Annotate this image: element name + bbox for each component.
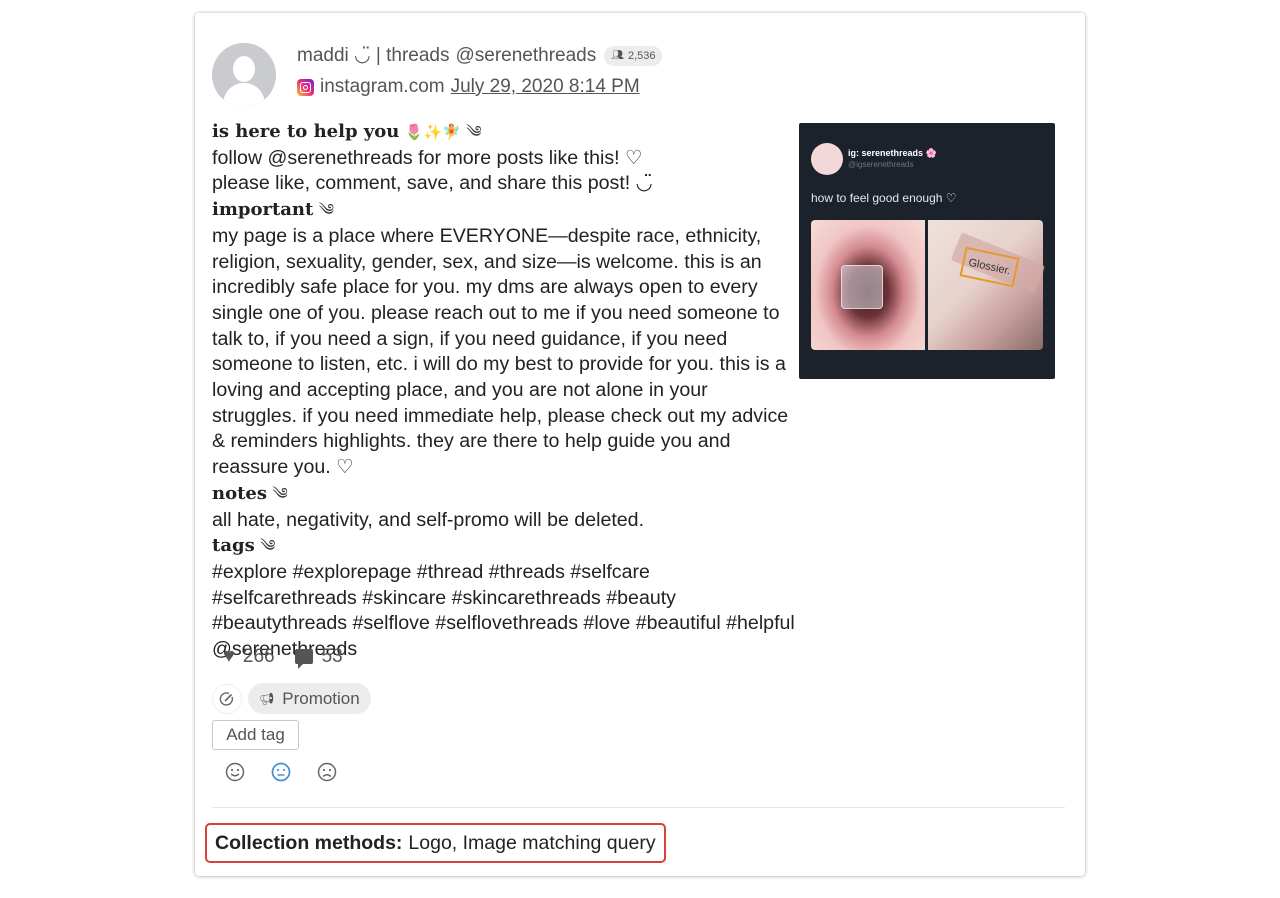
author-handle[interactable]: @serenethreads (455, 45, 596, 67)
post-image-thumbnail[interactable]: ig: serenethreads 🌸 @igserenethreads how… (799, 123, 1055, 379)
swirl-icon: ༄ (272, 485, 288, 503)
glossier-product-photo: Glossier. (928, 220, 1046, 350)
swirl-icon: ༄ (318, 202, 335, 220)
add-tag-button[interactable]: Add tag (212, 720, 299, 750)
important-paragraph: my page is a place where EVERYONE—despit… (212, 224, 789, 479)
follow-line: follow @serenethreads for more posts lik… (212, 146, 643, 169)
tags-paragraph: #explore #explorepage #thread #threads #… (212, 560, 795, 635)
collection-methods-label: Collection methods: (215, 831, 403, 854)
source-domain: instagram.com (320, 76, 445, 97)
followers-count: 2,536 (627, 49, 656, 62)
tag-row: 📢︎ Promotion (212, 683, 371, 714)
author-avatar[interactable] (212, 43, 276, 107)
collection-methods: Collection methods: Logo, Image matching… (205, 823, 666, 863)
followers-badge: 👥︎ 2,536 (604, 45, 663, 66)
ice-cube-shape (841, 265, 883, 309)
notes-paragraph: all hate, negativity, and self-promo wil… (212, 508, 645, 531)
divider (212, 807, 1065, 808)
heart-icon: ♥ (223, 645, 235, 667)
collection-methods-value: Logo, Image matching query (408, 831, 656, 854)
default-user-avatar-icon (212, 43, 276, 107)
pencil-circle-icon (219, 691, 234, 706)
neutral-face-icon[interactable] (271, 762, 291, 782)
comments-count: 53 (321, 645, 343, 667)
tag-chip-label: Promotion (282, 688, 360, 708)
thumbnail-handle: @igserenethreads (848, 160, 914, 169)
sentiment-selector (225, 762, 363, 782)
heading-help: is here to help you 🌷✨🧚 ༄ (212, 121, 482, 142)
tag-chip-promotion[interactable]: 📢︎ Promotion (248, 683, 371, 714)
post-date-link[interactable]: July 29, 2020 8:14 PM (451, 76, 640, 98)
instagram-icon (297, 78, 314, 96)
smile-face-icon[interactable] (225, 762, 245, 782)
heading-tags: tags ༄ (212, 535, 276, 557)
swirl-icon: ༄ (260, 538, 276, 556)
author-name[interactable]: maddi ◡̈ | threads (297, 44, 449, 67)
frown-face-icon[interactable] (317, 762, 337, 782)
source-line: instagram.com July 29, 2020 8:14 PM (297, 76, 640, 98)
post-card: maddi ◡̈ | threads @serenethreads 👥︎ 2,5… (195, 13, 1085, 876)
flower-sparkle-fairy-emoji: 🌷✨🧚 (404, 124, 461, 141)
post-body: is here to help you 🌷✨🧚 ༄ follow @serene… (212, 119, 797, 663)
thumbnail-caption: how to feel good enough ♡ (811, 191, 957, 205)
people-icon: 👥︎ (611, 50, 624, 61)
comment-icon (294, 649, 313, 669)
lips-ice-photo (811, 220, 925, 350)
edit-tag-icon[interactable] (212, 683, 242, 714)
thumbnail-avatar (811, 143, 843, 175)
heading-important: important ༄ (212, 199, 335, 221)
likes-count: 266 (242, 645, 275, 667)
author-line: maddi ◡̈ | threads @serenethreads 👥︎ 2,5… (297, 44, 663, 67)
swirl-icon: ༄ (466, 124, 482, 141)
engagement-stats: ♥ 266 53 (223, 645, 343, 669)
megaphone-icon: 📢︎ (259, 691, 275, 706)
thumbnail-name: ig: serenethreads 🌸 (848, 148, 937, 158)
heading-notes: notes ༄ (212, 482, 288, 504)
please-line: please like, comment, save, and share th… (212, 172, 653, 195)
